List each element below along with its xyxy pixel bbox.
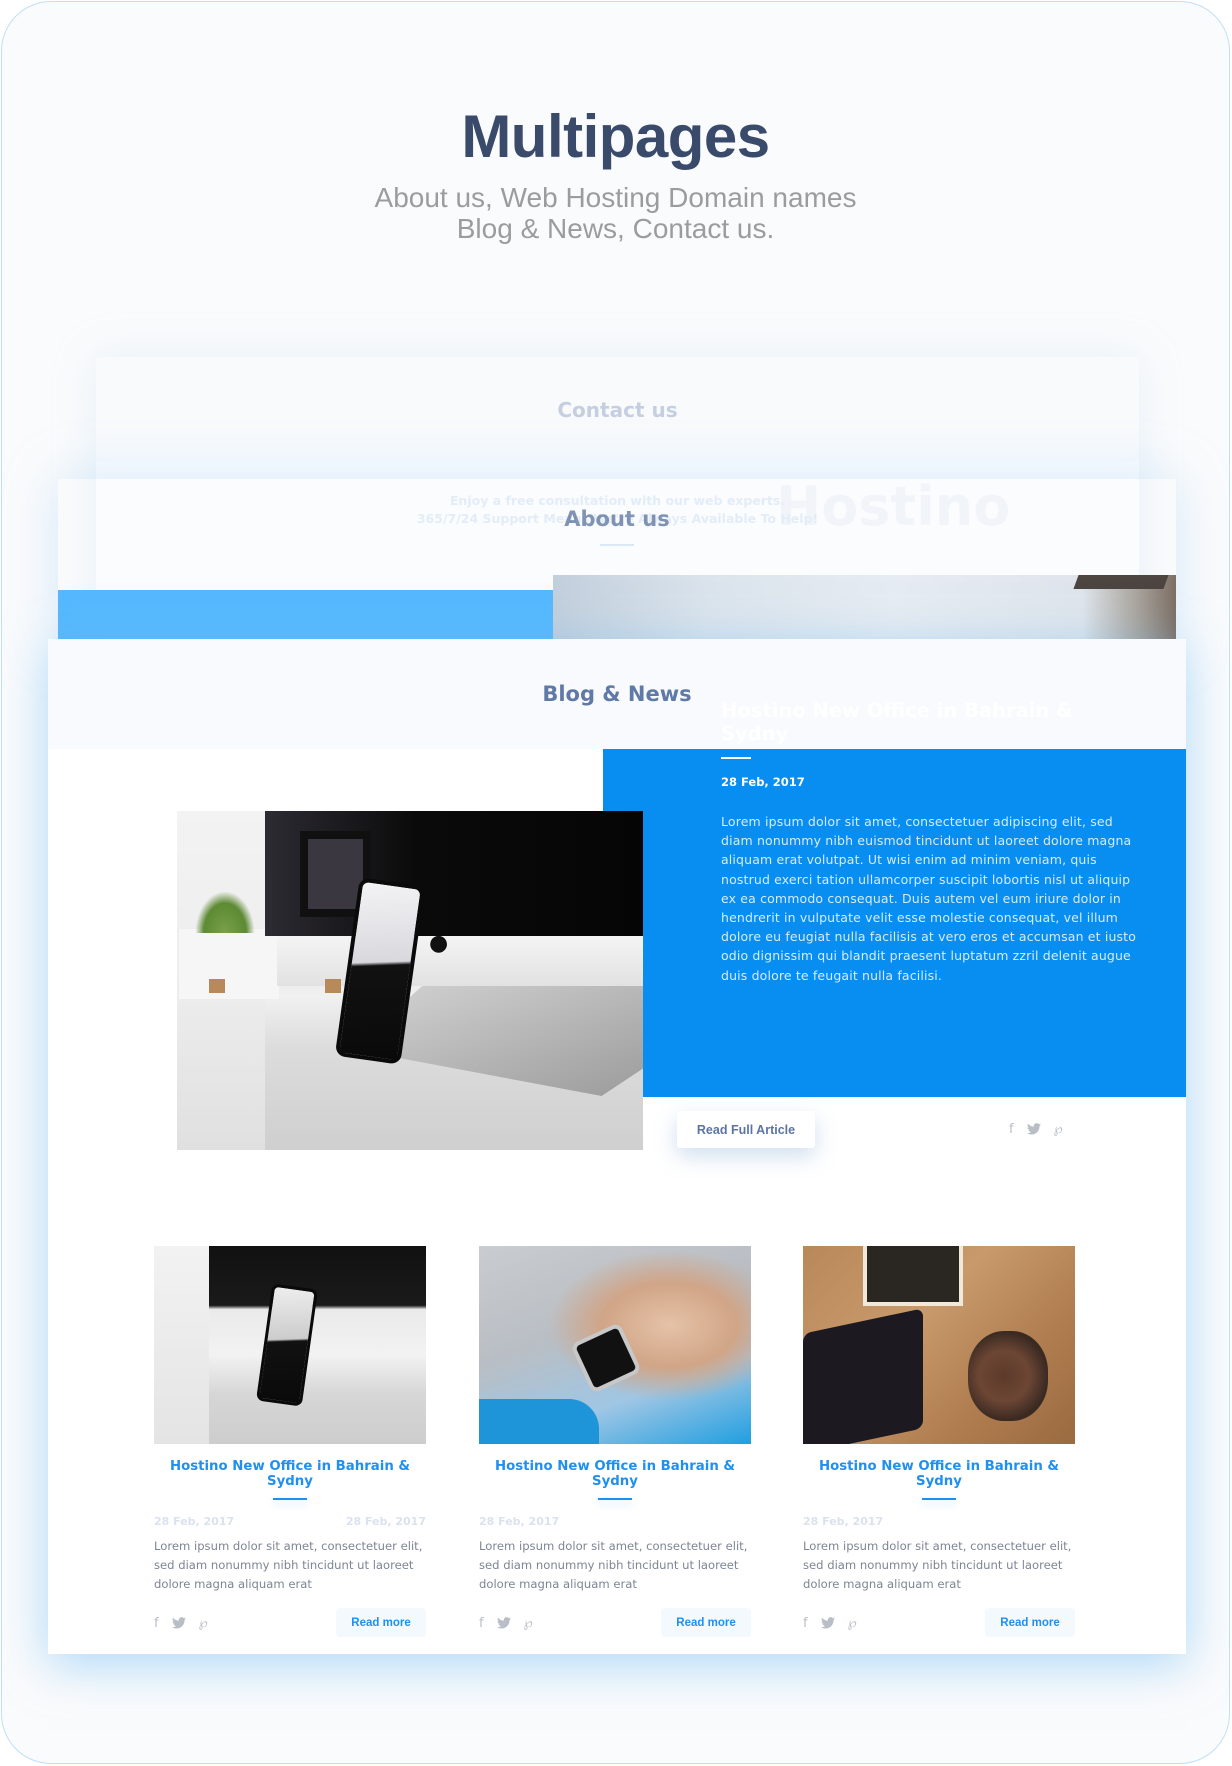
card-excerpt: Lorem ipsum dolor sit amet, consectetuer… <box>154 1539 423 1591</box>
card-footer: f ℘ Read more <box>803 1608 1075 1637</box>
card-footer: f ℘ Read more <box>479 1608 751 1637</box>
card-image-desk[interactable] <box>154 1246 426 1444</box>
hero-subtitle-line-1: About us, Web Hosting Domain names <box>374 182 857 213</box>
card-title[interactable]: Hostino New Office in Bahrain & Sydny <box>803 1459 1075 1489</box>
facebook-icon[interactable]: f <box>479 1617 484 1633</box>
featured-post-title[interactable]: Hostino New Office in Bahrain & Sydny <box>721 699 1141 745</box>
card-date: 28 Feb, 2017 <box>803 1515 884 1528</box>
apple-logo-icon: ● <box>429 931 449 956</box>
card-date: 28 Feb, 2017 <box>154 1515 235 1528</box>
blog-card: Hostino New Office in Bahrain & Sydny 28… <box>479 1246 751 1637</box>
card-image-smartwatch[interactable] <box>479 1246 751 1444</box>
read-more-button[interactable]: Read more <box>336 1608 426 1637</box>
blog-page-title: Blog & News <box>542 682 692 706</box>
card-date-secondary: 28 Feb, 2017 <box>345 1515 426 1528</box>
card-social-links: f ℘ <box>479 1617 533 1633</box>
read-more-button[interactable]: Read more <box>985 1608 1075 1637</box>
facebook-icon[interactable]: f <box>803 1617 808 1633</box>
twitter-icon[interactable] <box>496 1617 511 1633</box>
hero-subtitle-line-2: Blog & News, Contact us. <box>456 213 775 244</box>
card-title-underline <box>922 1498 956 1500</box>
card-social-links: f ℘ <box>154 1617 208 1633</box>
hero-title: Multipages <box>461 103 770 170</box>
twitter-icon[interactable] <box>820 1617 835 1633</box>
pinterest-icon[interactable]: ℘ <box>848 1617 857 1633</box>
pinterest-icon[interactable]: ℘ <box>199 1617 208 1633</box>
featured-title-underline <box>721 757 751 759</box>
card-dates: 28 Feb, 2017 <box>479 1515 751 1528</box>
blog-card: Hostino New Office in Bahrain & Sydny 28… <box>803 1246 1075 1637</box>
card-title[interactable]: Hostino New Office in Bahrain & Sydny <box>154 1459 426 1489</box>
featured-post-date: 28 Feb, 2017 <box>721 775 805 789</box>
featured-post-excerpt: Lorem ipsum dolor sit amet, consectetuer… <box>721 814 1137 983</box>
read-more-button[interactable]: Read more <box>661 1608 751 1637</box>
hero-subtitle: About us, Web Hosting Domain names Blog … <box>2 182 1229 244</box>
card-image-headphones[interactable] <box>803 1246 1075 1444</box>
featured-social-links: f ℘ <box>1009 1123 1063 1139</box>
featured-post-content: Hostino New Office in Bahrain & Sydny 28… <box>721 699 1141 985</box>
twitter-icon[interactable] <box>1026 1123 1041 1139</box>
blog-card: Hostino New Office in Bahrain & Sydny 28… <box>154 1246 426 1637</box>
card-footer: f ℘ Read more <box>154 1608 426 1637</box>
about-page-title: About us <box>564 507 670 531</box>
card-title-underline <box>273 1498 307 1500</box>
contact-page-header: Contact us <box>96 357 1139 462</box>
featured-post-image[interactable]: ● <box>177 811 643 1150</box>
blog-page-preview: Blog & News ● Hostino New Office in Bahr… <box>48 639 1186 1654</box>
about-page-preview: About us <box>58 479 1176 650</box>
card-social-links: f ℘ <box>803 1617 857 1633</box>
showcase-frame: Multipages About us, Web Hosting Domain … <box>1 1 1230 1764</box>
card-excerpt: Lorem ipsum dolor sit amet, consectetuer… <box>479 1539 748 1591</box>
pinterest-icon[interactable]: ℘ <box>1054 1123 1063 1139</box>
card-title-underline <box>598 1498 632 1500</box>
facebook-icon[interactable]: f <box>1009 1123 1014 1139</box>
about-title-underline <box>600 544 634 546</box>
facebook-icon[interactable]: f <box>154 1617 159 1633</box>
card-dates: 28 Feb, 2017 <box>803 1515 1075 1528</box>
card-dates: 28 Feb, 2017 28 Feb, 2017 <box>154 1515 426 1528</box>
card-title[interactable]: Hostino New Office in Bahrain & Sydny <box>479 1459 751 1489</box>
contact-page-title: Contact us <box>557 397 678 422</box>
pinterest-icon[interactable]: ℘ <box>524 1617 533 1633</box>
card-excerpt: Lorem ipsum dolor sit amet, consectetuer… <box>803 1539 1072 1591</box>
card-date: 28 Feb, 2017 <box>479 1515 560 1528</box>
twitter-icon[interactable] <box>171 1617 186 1633</box>
read-full-article-button[interactable]: Read Full Article <box>677 1111 815 1148</box>
